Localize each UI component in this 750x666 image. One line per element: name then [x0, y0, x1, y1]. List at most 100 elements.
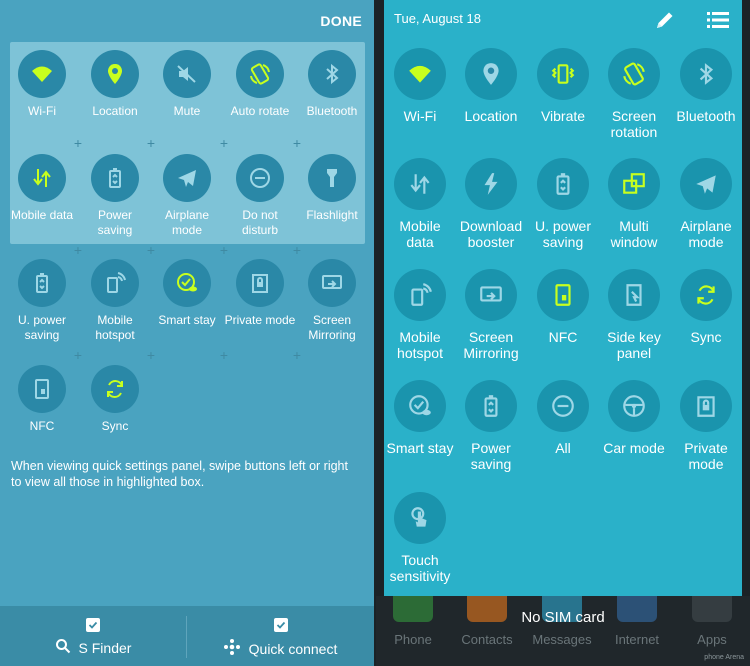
dock-app-label[interactable]: Contacts: [450, 632, 524, 647]
quick-setting-power-saving[interactable]: Power saving: [79, 154, 151, 238]
grid-separator: +: [73, 347, 83, 363]
screen-mirroring-icon: [308, 259, 356, 307]
quick-setting-vibrate[interactable]: Vibrate: [527, 48, 599, 124]
quick-setting-auto-rotate[interactable]: Auto rotate: [224, 50, 296, 119]
quick-setting-label: NFC: [548, 329, 578, 345]
quick-setting-do-not-disturb[interactable]: Do not disturb: [224, 154, 296, 238]
grid-separator: +: [292, 135, 302, 151]
quick-connect-label: Quick connect: [248, 640, 338, 657]
watermark: phone Arena: [704, 654, 744, 661]
quick-setting-wifi[interactable]: Wi-Fi: [384, 48, 456, 124]
quick-setting-label: Multi window: [610, 218, 658, 250]
dock-app-label[interactable]: Messages: [525, 632, 599, 647]
side-key-panel-icon: [608, 269, 660, 321]
airplane-icon: [163, 154, 211, 202]
quick-setting-mute[interactable]: Mute: [151, 50, 223, 119]
quick-setting-touch-sensitivity[interactable]: Touch sensitivity: [384, 492, 456, 584]
quick-setting-sync[interactable]: Sync: [79, 365, 151, 434]
quick-setting-location[interactable]: Location: [79, 50, 151, 119]
quick-setting-side-key-panel[interactable]: Side key panel: [598, 269, 670, 361]
download-booster-icon: [465, 158, 517, 210]
quick-setting-screen-mirroring[interactable]: Screen Mirroring: [296, 259, 368, 343]
notification-panel: Tue, August 18 Wi-Fi Location Vibrate Scree…: [376, 0, 750, 666]
grid-separator: +: [73, 135, 83, 151]
smart-stay-icon: [163, 259, 211, 307]
grid-separator: +: [292, 242, 302, 258]
quick-setting-private-mode[interactable]: Private mode: [224, 259, 296, 328]
quick-setting-bluetooth[interactable]: Bluetooth: [296, 50, 368, 119]
quick-setting-wifi[interactable]: Wi-Fi: [6, 50, 78, 119]
quick-setting-location[interactable]: Location: [455, 48, 527, 124]
mobile-data-icon: [18, 154, 66, 202]
quick-setting-nfc[interactable]: NFC: [6, 365, 78, 434]
quick-setting-label: Location: [464, 108, 518, 124]
vibrate-icon: [537, 48, 589, 100]
quick-setting-label: Sync: [690, 329, 722, 345]
quick-setting-private-mode[interactable]: Private mode: [670, 380, 742, 472]
quick-connect-toggle[interactable]: Quick connect: [187, 606, 373, 666]
quick-setting-label: Touch sensitivity: [389, 552, 451, 584]
quick-setting-label: Power saving: [97, 208, 133, 237]
quick-setting-mobile-data[interactable]: Mobile data: [384, 158, 456, 250]
quick-setting-label: Bluetooth: [306, 104, 358, 118]
quick-setting-airplane[interactable]: Airplane mode: [151, 154, 223, 238]
hotspot-icon: [91, 259, 139, 307]
dock-app-label[interactable]: Apps: [675, 632, 749, 647]
quick-setting-hotspot[interactable]: Mobile hotspot: [79, 259, 151, 343]
quick-setting-label: Do not disturb: [241, 208, 279, 237]
edit-pencil-icon[interactable]: [654, 9, 676, 36]
dock-app-label[interactable]: Internet: [600, 632, 674, 647]
quick-setting-mobile-data[interactable]: Mobile data: [6, 154, 78, 223]
sync-icon: [91, 365, 139, 413]
quick-setting-smart-stay[interactable]: Smart stay: [384, 380, 456, 456]
quick-setting-airplane[interactable]: Airplane mode: [670, 158, 742, 250]
do-not-disturb-icon: [236, 154, 284, 202]
bluetooth-icon: [308, 50, 356, 98]
quick-settings-shade: Tue, August 18 Wi-Fi Location Vibrate Scree…: [384, 0, 742, 596]
location-icon: [465, 48, 517, 100]
dock-app-label[interactable]: Phone: [376, 632, 450, 647]
quick-setting-bluetooth[interactable]: Bluetooth: [670, 48, 742, 124]
screen-mirroring-icon: [465, 269, 517, 321]
quick-setting-flashlight[interactable]: Flashlight: [296, 154, 368, 223]
quick-setting-multi-window[interactable]: Multi window: [598, 158, 670, 250]
quick-setting-label: U. power saving: [534, 218, 592, 250]
quick-setting-label: Sync: [101, 419, 129, 433]
quick-setting-smart-stay[interactable]: Smart stay: [151, 259, 223, 328]
quick-setting-do-not-disturb[interactable]: All: [527, 380, 599, 456]
done-button[interactable]: DONE: [320, 13, 362, 29]
list-menu-icon[interactable]: [707, 11, 729, 34]
s-finder-toggle[interactable]: S Finder: [0, 606, 186, 666]
ultra-power-saving-icon: [537, 158, 589, 210]
checkbox-icon[interactable]: [86, 618, 100, 632]
checkbox-icon[interactable]: [274, 618, 288, 632]
quick-setting-label: Download booster: [459, 218, 523, 250]
private-mode-icon: [236, 259, 284, 307]
quick-setting-ultra-power-saving[interactable]: U. power saving: [6, 259, 78, 343]
quick-setting-screen-rotation[interactable]: Screen rotation: [598, 48, 670, 140]
quick-setting-car-mode[interactable]: Car mode: [598, 380, 670, 456]
sync-icon: [680, 269, 732, 321]
quick-setting-ultra-power-saving[interactable]: U. power saving: [527, 158, 599, 250]
auto-rotate-icon: [236, 50, 284, 98]
grid-separator: +: [219, 242, 229, 258]
wifi-icon: [394, 48, 446, 100]
quick-setting-label: Location: [92, 104, 138, 118]
hint-text: When viewing quick settings panel, swipe…: [11, 459, 348, 489]
no-sim-label: No SIM card: [521, 609, 605, 626]
quick-setting-screen-mirroring[interactable]: Screen Mirroring: [455, 269, 527, 361]
quick-setting-label: Power saving: [470, 440, 512, 472]
quick-setting-label: Smart stay: [386, 440, 454, 456]
s-finder-label: S Finder: [78, 639, 132, 656]
wifi-icon: [18, 50, 66, 98]
quick-setting-download-booster[interactable]: Download booster: [455, 158, 527, 250]
date-label: Tue, August 18: [394, 11, 481, 26]
multi-window-icon: [608, 158, 660, 210]
quick-setting-power-saving[interactable]: Power saving: [455, 380, 527, 472]
smart-stay-icon: [394, 380, 446, 432]
quick-setting-sync[interactable]: Sync: [670, 269, 742, 345]
nfc-icon: [18, 365, 66, 413]
quick-setting-label: Auto rotate: [230, 104, 290, 118]
quick-setting-nfc[interactable]: NFC: [527, 269, 599, 345]
quick-setting-hotspot[interactable]: Mobile hotspot: [384, 269, 456, 361]
